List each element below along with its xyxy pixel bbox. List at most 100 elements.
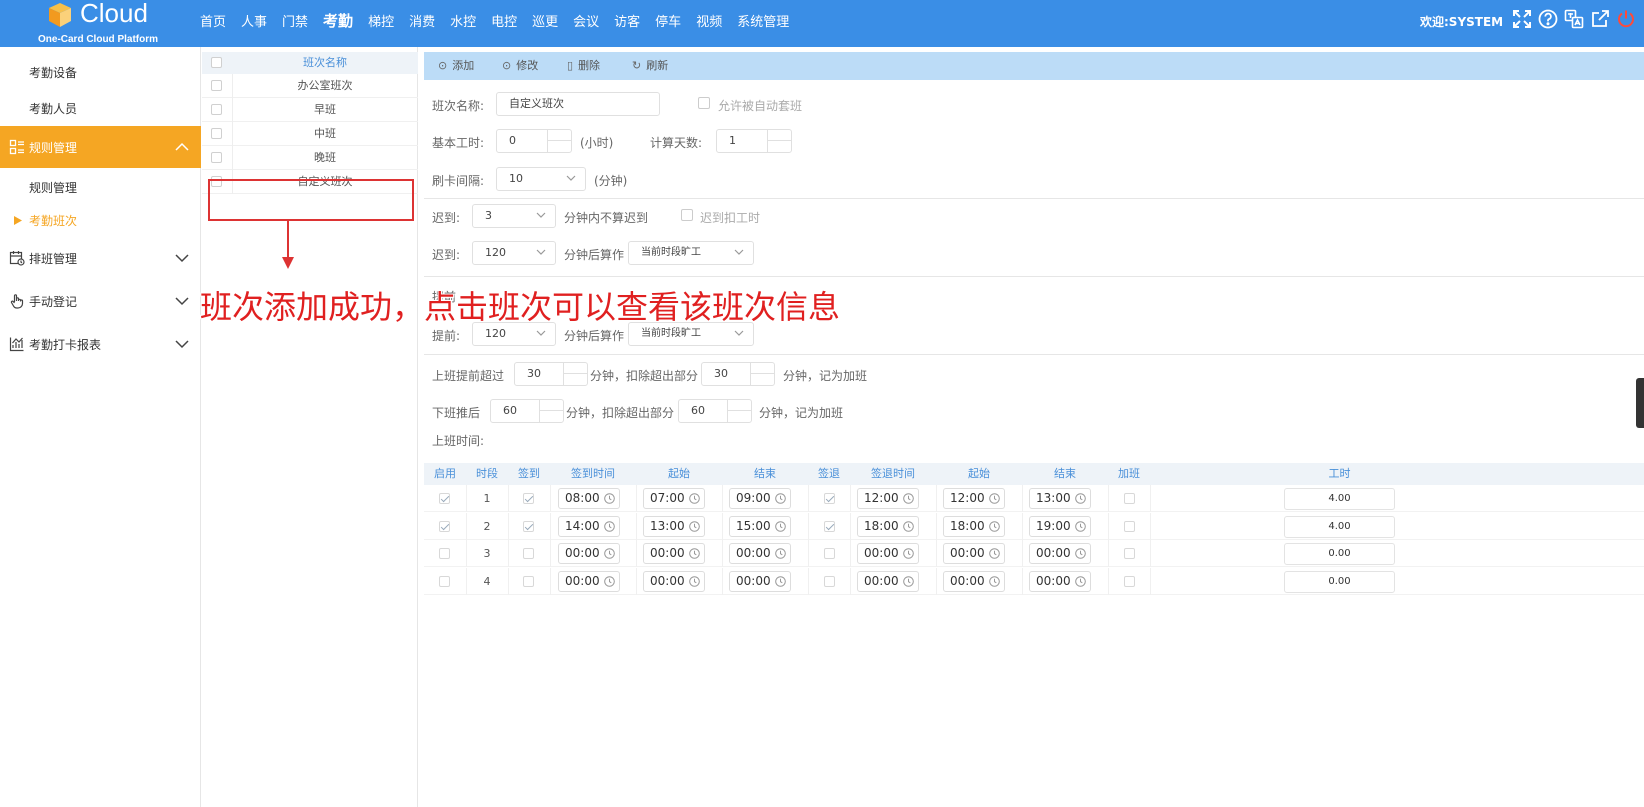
- list-item[interactable]: 晚班: [202, 146, 418, 170]
- hours-input[interactable]: 4.00: [1284, 515, 1395, 538]
- row-checkbox[interactable]: [211, 128, 222, 139]
- stepper-buttons[interactable]: [547, 130, 572, 152]
- late-grace-select[interactable]: 3: [472, 204, 556, 228]
- ot-before-stepper[interactable]: 30: [514, 362, 588, 386]
- edit-button[interactable]: ⊙ 修改: [502, 52, 538, 80]
- nav-item-video[interactable]: 视频: [696, 11, 722, 30]
- row-checkbox[interactable]: [211, 104, 222, 115]
- nav-item-elevator[interactable]: 梯控: [368, 11, 394, 30]
- end-picker[interactable]: 15:00: [729, 515, 791, 537]
- signout-time-picker[interactable]: 18:00: [857, 515, 919, 537]
- end2-picker[interactable]: 13:00: [1029, 488, 1091, 509]
- late-deduct-checkbox[interactable]: [681, 209, 693, 221]
- shift-name-input[interactable]: 自定义班次: [496, 92, 660, 116]
- nav-item-parking[interactable]: 停车: [655, 11, 681, 30]
- nav-item-patrol[interactable]: 巡更: [532, 11, 558, 30]
- sidebar-item-shift[interactable]: 考勤班次: [0, 205, 201, 235]
- signin-checkbox[interactable]: [523, 575, 534, 587]
- auto-match-checkbox[interactable]: [698, 97, 710, 109]
- sidebar-item-attendance-staff[interactable]: 考勤人员: [0, 93, 201, 123]
- start2-picker[interactable]: 00:00: [943, 570, 1005, 592]
- hours-input[interactable]: 0.00: [1284, 570, 1395, 593]
- nav-item-access[interactable]: 门禁: [282, 11, 308, 30]
- list-item[interactable]: 早班: [202, 98, 418, 122]
- signin-time-picker[interactable]: 00:00: [558, 543, 620, 564]
- start-picker[interactable]: 13:00: [643, 515, 705, 537]
- hours-input[interactable]: 4.00: [1284, 488, 1395, 510]
- signin-checkbox[interactable]: [523, 493, 534, 504]
- sidebar-group-rules[interactable]: 规则管理: [0, 126, 201, 168]
- select-all-checkbox[interactable]: [211, 57, 222, 68]
- enabled-checkbox[interactable]: [439, 493, 450, 504]
- nav-item-system[interactable]: 系统管理: [737, 11, 789, 30]
- start-picker[interactable]: 00:00: [643, 543, 705, 564]
- base-hours-stepper[interactable]: 0: [496, 129, 572, 153]
- list-item[interactable]: 办公室班次: [202, 74, 418, 98]
- enabled-checkbox[interactable]: [439, 575, 450, 587]
- end-picker[interactable]: 00:00: [729, 570, 791, 592]
- stepper-buttons[interactable]: [750, 363, 775, 385]
- sidebar-item-attendance-device[interactable]: 考勤设备: [0, 57, 201, 87]
- external-link-icon[interactable]: [1590, 9, 1610, 29]
- signout-checkbox[interactable]: [824, 575, 835, 587]
- delete-button[interactable]: ▯ 删除: [567, 52, 600, 80]
- start-picker[interactable]: 00:00: [643, 570, 705, 592]
- sidebar-group-manual[interactable]: 手动登记: [0, 282, 201, 320]
- stepper-buttons[interactable]: [539, 400, 564, 422]
- refresh-button[interactable]: ↻ 刷新: [632, 52, 668, 80]
- start-picker[interactable]: 07:00: [643, 488, 705, 509]
- start2-picker[interactable]: 12:00: [943, 488, 1005, 509]
- signin-time-picker[interactable]: 00:00: [558, 570, 620, 592]
- signin-checkbox[interactable]: [523, 548, 534, 559]
- row-checkbox[interactable]: [211, 80, 222, 91]
- stepper-buttons[interactable]: [727, 400, 752, 422]
- scroll-handle[interactable]: [1636, 378, 1644, 428]
- end2-picker[interactable]: 00:00: [1029, 543, 1091, 564]
- add-button[interactable]: ⊙ 添加: [438, 52, 474, 80]
- swipe-interval-select[interactable]: 10: [496, 167, 586, 191]
- nav-item-meeting[interactable]: 会议: [573, 11, 599, 30]
- nav-item-hr[interactable]: 人事: [241, 11, 267, 30]
- nav-item-power[interactable]: 电控: [491, 11, 517, 30]
- stepper-buttons[interactable]: [563, 363, 588, 385]
- end-picker[interactable]: 00:00: [729, 543, 791, 564]
- row-checkbox[interactable]: [211, 152, 222, 163]
- start2-picker[interactable]: 18:00: [943, 515, 1005, 537]
- signout-checkbox[interactable]: [824, 493, 835, 504]
- nav-item-home[interactable]: 首页: [200, 11, 226, 30]
- ot-before-deduct-stepper[interactable]: 30: [701, 362, 775, 386]
- overtime-checkbox[interactable]: [1124, 548, 1135, 559]
- nav-item-attendance[interactable]: 考勤: [323, 10, 353, 31]
- translate-icon[interactable]: [1564, 9, 1584, 29]
- signout-time-picker[interactable]: 00:00: [857, 543, 919, 564]
- overtime-checkbox[interactable]: [1124, 493, 1135, 504]
- stepper-buttons[interactable]: [767, 130, 792, 152]
- list-item[interactable]: 中班: [202, 122, 418, 146]
- calc-days-stepper[interactable]: 1: [716, 129, 792, 153]
- power-icon[interactable]: [1616, 9, 1636, 29]
- overtime-checkbox[interactable]: [1124, 575, 1135, 587]
- enabled-checkbox[interactable]: [439, 548, 450, 559]
- sidebar-item-rule-manage[interactable]: 规则管理: [0, 171, 201, 203]
- signout-checkbox[interactable]: [824, 520, 835, 532]
- signout-checkbox[interactable]: [824, 548, 835, 559]
- sidebar-group-report[interactable]: 考勤打卡报表: [0, 325, 201, 363]
- ot-after-stepper[interactable]: 60: [490, 399, 564, 423]
- start2-picker[interactable]: 00:00: [943, 543, 1005, 564]
- ot-after-deduct-stepper[interactable]: 60: [678, 399, 752, 423]
- signout-time-picker[interactable]: 00:00: [857, 570, 919, 592]
- signout-time-picker[interactable]: 12:00: [857, 488, 919, 509]
- signin-checkbox[interactable]: [523, 520, 534, 532]
- end2-picker[interactable]: 19:00: [1029, 515, 1091, 537]
- signin-time-picker[interactable]: 08:00: [558, 488, 620, 509]
- late-absent-select[interactable]: 120: [472, 241, 556, 265]
- overtime-checkbox[interactable]: [1124, 520, 1135, 532]
- enabled-checkbox[interactable]: [439, 520, 450, 532]
- nav-item-visitor[interactable]: 访客: [614, 11, 640, 30]
- end2-picker[interactable]: 00:00: [1029, 570, 1091, 592]
- nav-item-consume[interactable]: 消费: [409, 11, 435, 30]
- hours-input[interactable]: 0.00: [1284, 543, 1395, 565]
- fullscreen-icon[interactable]: [1512, 9, 1532, 29]
- help-icon[interactable]: [1538, 9, 1558, 29]
- nav-item-water[interactable]: 水控: [450, 11, 476, 30]
